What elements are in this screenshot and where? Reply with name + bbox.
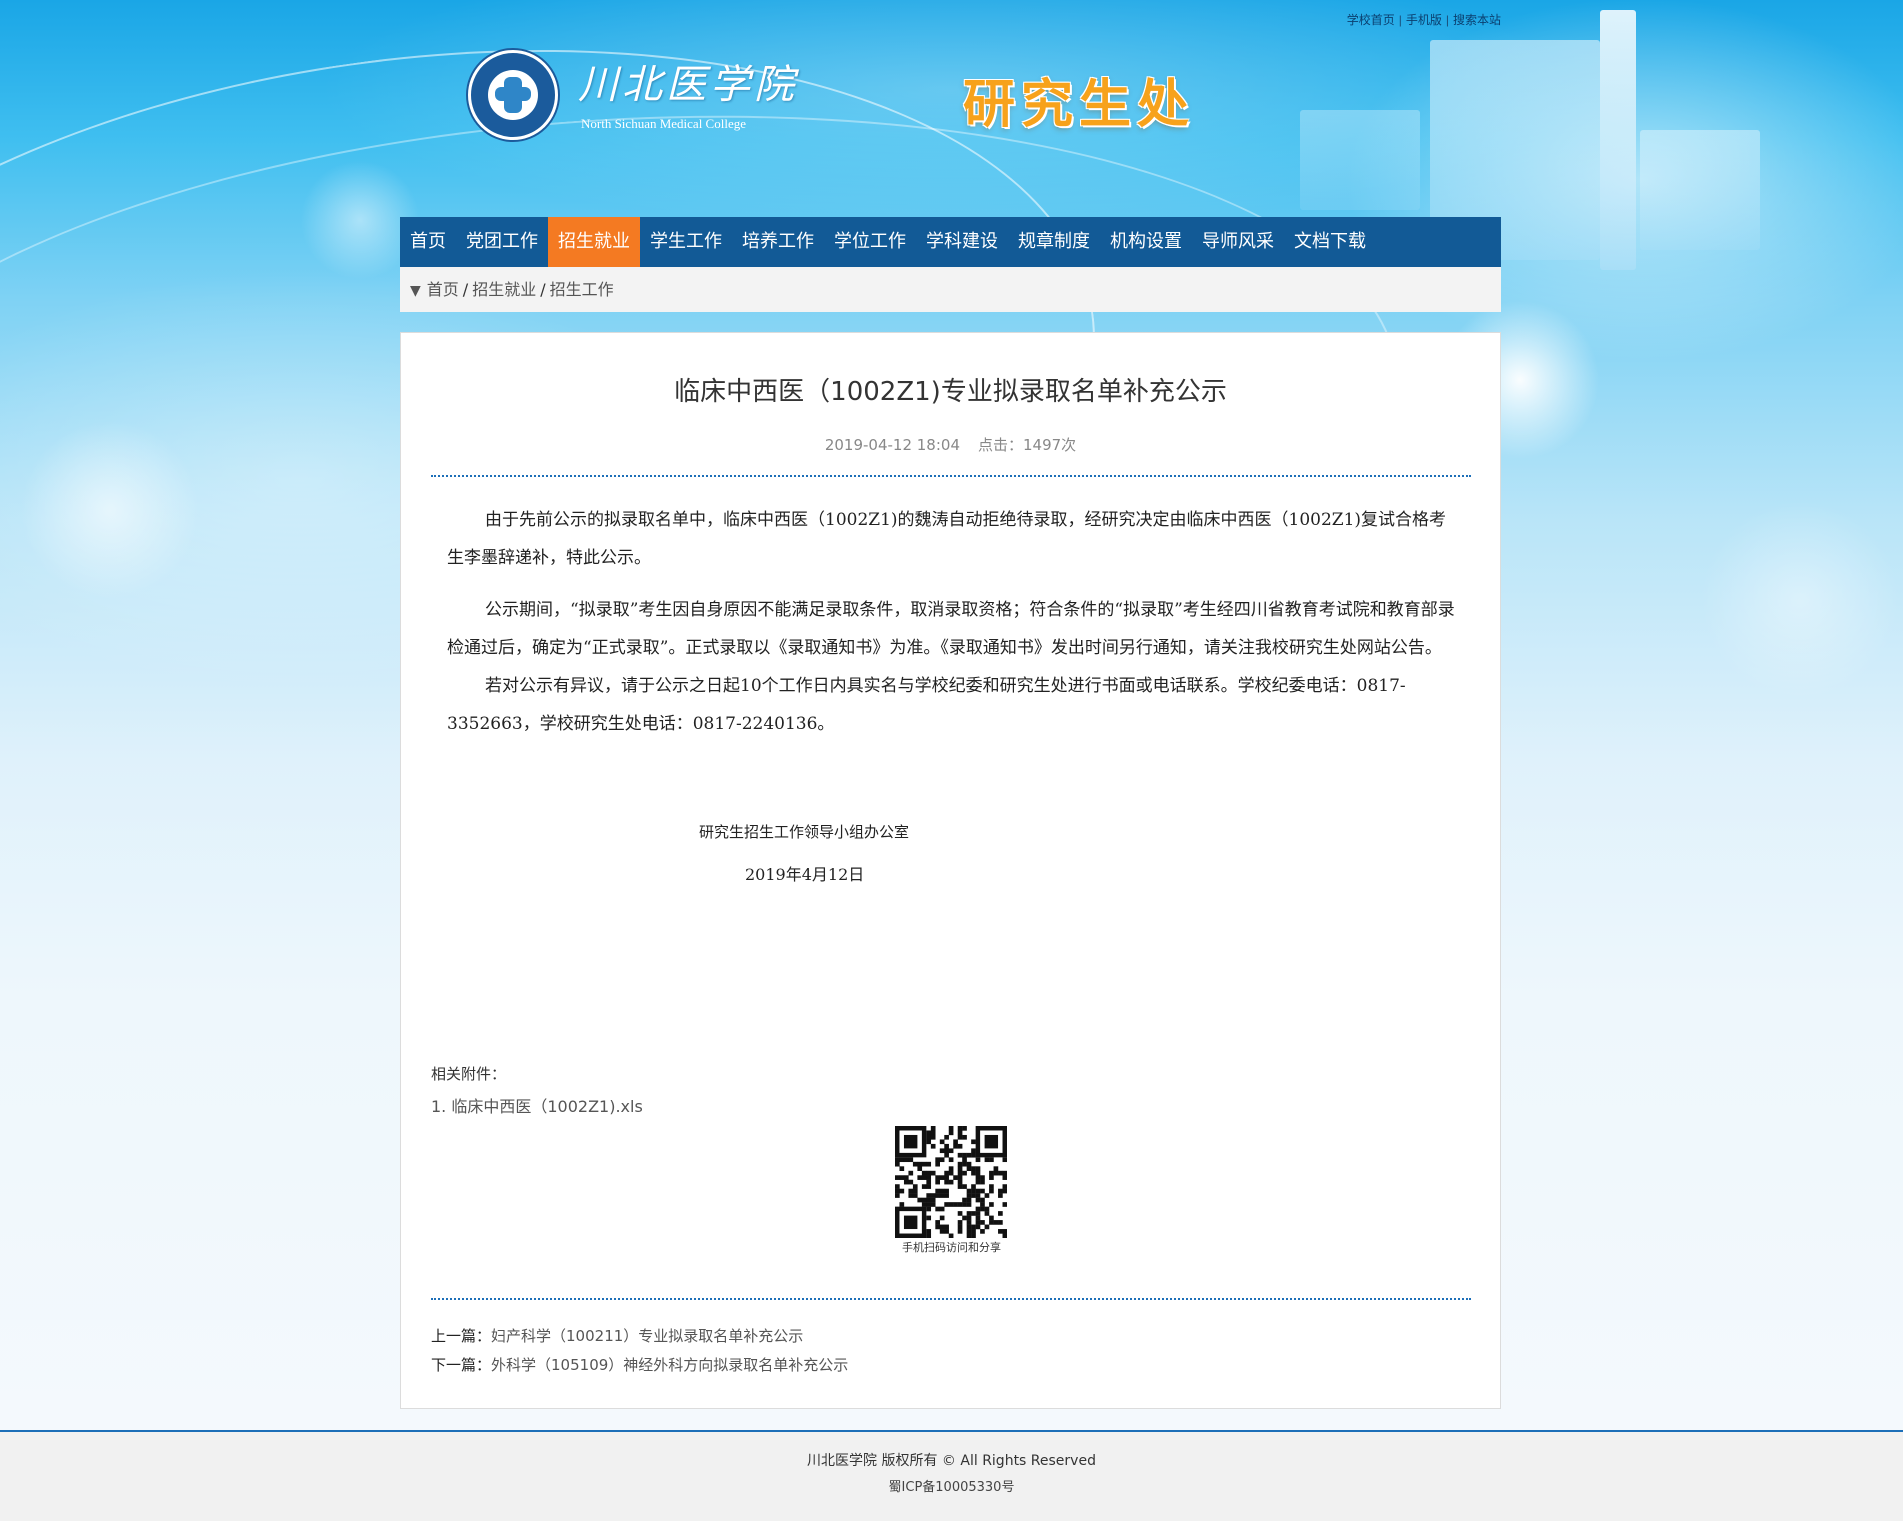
nav-student-affairs[interactable]: 学生工作	[640, 217, 732, 267]
nav-degree[interactable]: 学位工作	[824, 217, 916, 267]
link-school-home[interactable]: 学校首页	[1347, 13, 1395, 27]
article-meta: 2019-04-12 18:04 点击：1497次	[401, 434, 1500, 455]
article-title: 临床中西医（1002Z1)专业拟录取名单补充公示	[401, 371, 1500, 408]
link-search-site[interactable]: 搜索本站	[1453, 13, 1501, 27]
body-paragraph: 公示期间，“拟录取”考生因自身原因不能满足录取条件，取消录取资格；符合条件的“拟…	[447, 591, 1457, 667]
next-article: 下一篇：外科学（105109）神经外科方向拟录取名单补充公示	[431, 1354, 848, 1375]
nav-discipline[interactable]: 学科建设	[916, 217, 1008, 267]
top-links: 学校首页|手机版|搜索本站	[1347, 11, 1501, 28]
link-mobile-version[interactable]: 手机版	[1406, 13, 1442, 27]
divider-bottom	[431, 1298, 1471, 1300]
main-nav: 首页 党团工作 招生就业 学生工作 培养工作 学位工作 学科建设 规章制度 机构…	[400, 217, 1501, 267]
article-clicks: 点击：1497次	[978, 436, 1076, 454]
prev-article-link[interactable]: 妇产科学（100211）专业拟录取名单补充公示	[491, 1327, 803, 1345]
breadcrumb-home[interactable]: 首页	[427, 280, 459, 299]
breadcrumb-admissions-work[interactable]: 招生工作	[550, 280, 614, 299]
school-logo-icon[interactable]	[468, 50, 558, 140]
school-name-en: North Sichuan Medical College	[581, 116, 746, 132]
signature-org: 研究生招生工作领导小组办公室	[699, 821, 909, 842]
next-article-link[interactable]: 外科学（105109）神经外科方向拟录取名单补充公示	[491, 1356, 848, 1374]
attachment-link[interactable]: 1. 临床中西医（1002Z1).xls	[431, 1093, 643, 1117]
prev-article: 上一篇：妇产科学（100211）专业拟录取名单补充公示	[431, 1325, 803, 1346]
footer-icp[interactable]: 蜀ICP备10005330号	[0, 1476, 1903, 1495]
qr-code-icon	[895, 1126, 1007, 1238]
breadcrumb-admissions-employment[interactable]: 招生就业	[472, 280, 536, 299]
article-panel: 临床中西医（1002Z1)专业拟录取名单补充公示 2019-04-12 18:0…	[400, 332, 1501, 1409]
school-name-cn: 川北医学院	[578, 52, 798, 110]
article-date: 2019-04-12 18:04	[825, 436, 960, 454]
signature-date: 2019年4月12日	[745, 861, 864, 885]
divider-top	[431, 475, 1471, 477]
body-paragraph: 若对公示有异议，请于公示之日起10个工作日内具实名与学校纪委和研究生处进行书面或…	[447, 667, 1457, 743]
nav-supervisors[interactable]: 导师风采	[1192, 217, 1284, 267]
nav-admissions-employment[interactable]: 招生就业	[548, 217, 640, 267]
nav-home[interactable]: 首页	[400, 217, 456, 267]
nav-organization[interactable]: 机构设置	[1100, 217, 1192, 267]
body-paragraph: 由于先前公示的拟录取名单中，临床中西医（1002Z1)的魏涛自动拒绝待录取，经研…	[447, 501, 1457, 577]
footer-copyright: 川北医学院 版权所有 © All Rights Reserved	[0, 1450, 1903, 1470]
next-label: 下一篇：	[431, 1356, 491, 1374]
nav-regulations[interactable]: 规章制度	[1008, 217, 1100, 267]
nav-downloads[interactable]: 文档下载	[1284, 217, 1376, 267]
footer: 川北医学院 版权所有 © All Rights Reserved 蜀ICP备10…	[0, 1430, 1903, 1521]
location-pin-icon: ▼	[410, 283, 421, 299]
nav-training[interactable]: 培养工作	[732, 217, 824, 267]
nav-party-league[interactable]: 党团工作	[456, 217, 548, 267]
qr-caption: 手机扫码访问和分享	[401, 1239, 1502, 1255]
department-title: 研究生处	[963, 62, 1195, 137]
breadcrumb: ▼首页/招生就业/招生工作	[400, 267, 1501, 312]
prev-label: 上一篇：	[431, 1327, 491, 1345]
article-body: 由于先前公示的拟录取名单中，临床中西医（1002Z1)的魏涛自动拒绝待录取，经研…	[447, 501, 1457, 743]
attachments-label: 相关附件：	[431, 1063, 506, 1084]
